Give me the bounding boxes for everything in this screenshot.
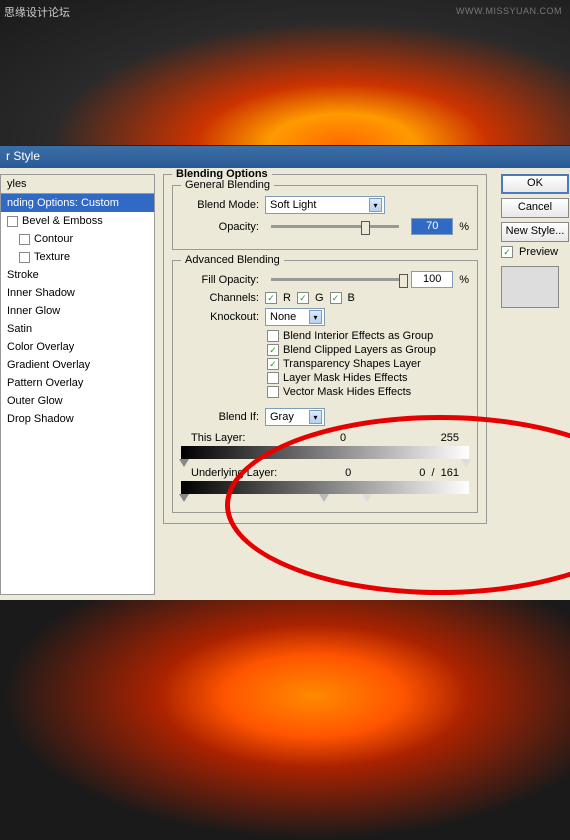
percent-unit: % bbox=[459, 221, 469, 233]
opt-transparency-shapes[interactable]: ✓Transparency Shapes Layer bbox=[267, 358, 469, 370]
main-panel: Blending Options General Blending Blend … bbox=[155, 168, 495, 601]
opacity-label: Opacity: bbox=[181, 221, 259, 233]
slider-thumb-white[interactable] bbox=[461, 459, 471, 467]
background-image-top bbox=[0, 0, 570, 145]
this-layer-min: 0 bbox=[340, 432, 346, 444]
dialog-titlebar[interactable]: r Style bbox=[0, 146, 570, 168]
opacity-slider[interactable] bbox=[271, 225, 399, 228]
sidebar-item-color-overlay[interactable]: Color Overlay bbox=[1, 338, 154, 356]
checkbox-icon[interactable] bbox=[267, 386, 279, 398]
opt-blend-clipped[interactable]: ✓Blend Clipped Layers as Group bbox=[267, 344, 469, 356]
sidebar-item-drop-shadow[interactable]: Drop Shadow bbox=[1, 410, 154, 428]
general-blending-group: General Blending Blend Mode: Soft Light … bbox=[172, 185, 478, 250]
channels-label: Channels: bbox=[181, 292, 259, 304]
checkbox-icon[interactable] bbox=[19, 234, 30, 245]
chevron-down-icon: ▾ bbox=[369, 198, 382, 212]
underlying-min: 0 bbox=[345, 467, 351, 479]
opacity-input[interactable]: 70 bbox=[411, 218, 453, 235]
opt-blend-interior[interactable]: Blend Interior Effects as Group bbox=[267, 330, 469, 342]
slider-thumb-split-left[interactable] bbox=[319, 494, 329, 502]
checkbox-icon[interactable] bbox=[7, 216, 18, 227]
checkbox-icon[interactable] bbox=[19, 252, 30, 263]
slider-thumb-split-right[interactable] bbox=[362, 494, 372, 502]
sidebar-header[interactable]: yles bbox=[1, 175, 154, 194]
background-image-bottom bbox=[0, 600, 570, 840]
sidebar-item-bevel[interactable]: Bevel & Emboss bbox=[1, 212, 154, 230]
sidebar-item-blending-options[interactable]: nding Options: Custom bbox=[1, 194, 154, 212]
opt-layer-mask-hides[interactable]: Layer Mask Hides Effects bbox=[267, 372, 469, 384]
styles-sidebar: yles nding Options: Custom Bevel & Embos… bbox=[0, 174, 155, 595]
cancel-button[interactable]: Cancel bbox=[501, 198, 569, 218]
advanced-legend: Advanced Blending bbox=[181, 254, 284, 266]
percent-unit: % bbox=[459, 274, 469, 286]
preview-checkbox[interactable]: ✓ bbox=[501, 246, 513, 258]
sidebar-item-inner-glow[interactable]: Inner Glow bbox=[1, 302, 154, 320]
advanced-blending-group: Advanced Blending Fill Opacity: 100 % Ch… bbox=[172, 260, 478, 513]
sidebar-item-contour[interactable]: Contour bbox=[1, 230, 154, 248]
this-layer-max: 255 bbox=[441, 432, 459, 444]
sidebar-item-inner-shadow[interactable]: Inner Shadow bbox=[1, 284, 154, 302]
checkbox-icon[interactable]: ✓ bbox=[267, 344, 279, 356]
watermark-url: WWW.MISSYUAN.COM bbox=[456, 6, 562, 16]
channel-g-checkbox[interactable]: ✓ bbox=[297, 292, 309, 304]
fill-opacity-input[interactable]: 100 bbox=[411, 271, 453, 288]
underlying-gradient[interactable] bbox=[181, 481, 469, 494]
slider-thumb-black[interactable] bbox=[179, 494, 189, 502]
checkbox-icon[interactable] bbox=[267, 330, 279, 342]
this-layer-gradient[interactable] bbox=[181, 446, 469, 459]
blending-options-group: Blending Options General Blending Blend … bbox=[163, 174, 487, 524]
fill-opacity-slider[interactable] bbox=[271, 278, 399, 281]
general-legend: General Blending bbox=[181, 179, 274, 191]
sidebar-item-pattern-overlay[interactable]: Pattern Overlay bbox=[1, 374, 154, 392]
blendif-label: Blend If: bbox=[181, 411, 259, 423]
sidebar-item-texture[interactable]: Texture bbox=[1, 248, 154, 266]
channel-r-checkbox[interactable]: ✓ bbox=[265, 292, 277, 304]
preview-label: Preview bbox=[519, 246, 558, 258]
new-style-button[interactable]: New Style... bbox=[501, 222, 569, 242]
chevron-down-icon: ▾ bbox=[309, 310, 322, 324]
knockout-select[interactable]: None ▾ bbox=[265, 308, 325, 326]
sidebar-item-outer-glow[interactable]: Outer Glow bbox=[1, 392, 154, 410]
channel-b-checkbox[interactable]: ✓ bbox=[330, 292, 342, 304]
blendif-select[interactable]: Gray ▾ bbox=[265, 408, 325, 426]
this-layer-label: This Layer: bbox=[191, 432, 245, 444]
fill-opacity-label: Fill Opacity: bbox=[181, 274, 259, 286]
knockout-label: Knockout: bbox=[181, 311, 259, 323]
chevron-down-icon: ▾ bbox=[309, 410, 322, 424]
ok-button[interactable]: OK bbox=[501, 174, 569, 194]
dialog-buttons: OK Cancel New Style... ✓ Preview bbox=[495, 168, 570, 601]
underlying-label: Underlying Layer: bbox=[191, 467, 277, 479]
watermark-text: 思缘设计论坛 bbox=[4, 4, 70, 20]
layer-style-dialog: r Style yles nding Options: Custom Bevel… bbox=[0, 145, 570, 600]
sidebar-item-stroke[interactable]: Stroke bbox=[1, 266, 154, 284]
blend-mode-label: Blend Mode: bbox=[181, 199, 259, 211]
opt-vector-mask-hides[interactable]: Vector Mask Hides Effects bbox=[267, 386, 469, 398]
preview-swatch bbox=[501, 266, 559, 308]
sidebar-item-satin[interactable]: Satin bbox=[1, 320, 154, 338]
checkbox-icon[interactable] bbox=[267, 372, 279, 384]
slider-thumb-black[interactable] bbox=[179, 459, 189, 467]
checkbox-icon[interactable]: ✓ bbox=[267, 358, 279, 370]
sidebar-item-gradient-overlay[interactable]: Gradient Overlay bbox=[1, 356, 154, 374]
blend-mode-select[interactable]: Soft Light ▾ bbox=[265, 196, 385, 214]
